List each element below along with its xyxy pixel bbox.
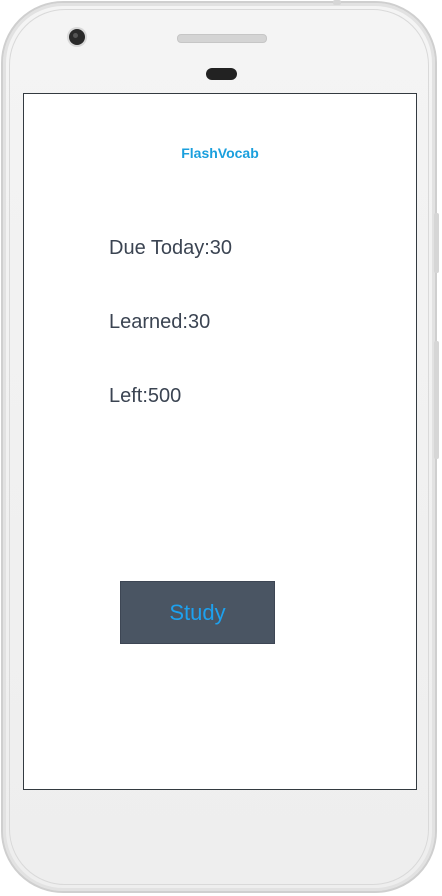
- learned-stat: Learned:30: [109, 311, 211, 333]
- phone-power-button: [434, 341, 439, 459]
- phone-volume-button: [434, 213, 439, 273]
- proximity-sensor: [206, 68, 237, 80]
- left-stat: Left:500: [109, 385, 182, 407]
- front-camera-icon: [69, 29, 85, 45]
- app-screen: FlashVocab Due Today:30 Learned:30 Left:…: [23, 93, 417, 790]
- phone-top-button: [333, 0, 341, 5]
- study-button[interactable]: Study: [120, 581, 275, 644]
- earpiece-speaker: [177, 34, 267, 43]
- app-title: FlashVocab: [181, 145, 259, 161]
- due-today-stat: Due Today:30: [109, 237, 233, 259]
